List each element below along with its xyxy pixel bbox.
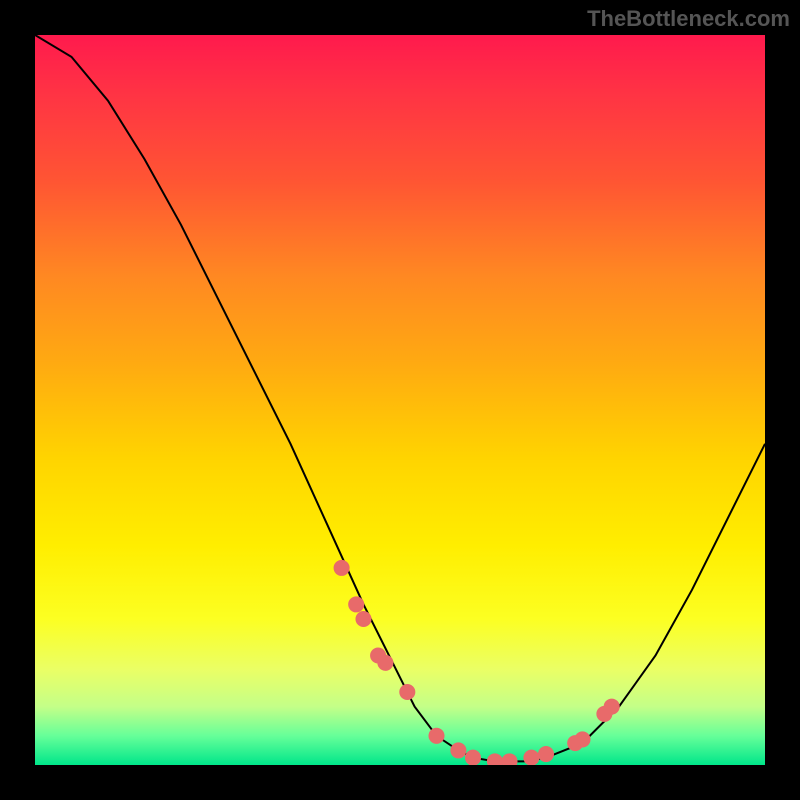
marker-dot — [348, 596, 364, 612]
marker-dot — [428, 728, 444, 744]
marker-dot — [523, 750, 539, 765]
marker-dot — [465, 750, 481, 765]
marker-dot — [501, 753, 517, 765]
marker-dot — [355, 611, 371, 627]
attribution-text: TheBottleneck.com — [587, 6, 790, 32]
marker-dot — [574, 731, 590, 747]
chart-plot-area — [35, 35, 765, 765]
marker-dot — [604, 699, 620, 715]
marker-group — [334, 560, 620, 765]
marker-dot — [334, 560, 350, 576]
marker-dot — [377, 655, 393, 671]
marker-dot — [450, 742, 466, 758]
marker-dot — [538, 746, 554, 762]
curve-line — [35, 35, 765, 761]
chart-svg — [35, 35, 765, 765]
marker-dot — [399, 684, 415, 700]
marker-dot — [487, 753, 503, 765]
